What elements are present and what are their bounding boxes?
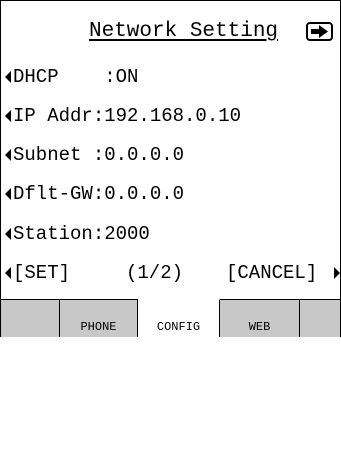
setting-station[interactable]: Station:2000 bbox=[1, 220, 340, 248]
setting-default-gateway[interactable]: Dflt-GW:0.0.0.0 bbox=[1, 180, 340, 208]
setting-dhcp-label: DHCP :ON bbox=[13, 66, 139, 88]
setting-default-gateway-label: Dflt-GW:0.0.0.0 bbox=[13, 183, 185, 205]
left-arrow-icon bbox=[5, 110, 11, 122]
set-button[interactable]: [SET] bbox=[13, 259, 70, 287]
device-screen: Network Setting DHCP :ON IP Addr:192.168… bbox=[0, 0, 341, 337]
arrow-right-icon bbox=[311, 25, 328, 38]
left-arrow-icon bbox=[5, 228, 11, 240]
left-arrow-icon bbox=[5, 149, 11, 161]
action-row: [SET] (1/2) [CANCEL] bbox=[1, 259, 340, 287]
setting-station-label: Station:2000 bbox=[13, 223, 150, 245]
tab-phone[interactable]: PHONE bbox=[60, 300, 138, 337]
header: Network Setting bbox=[1, 19, 340, 47]
tab-config-label: CONFIG bbox=[156, 320, 201, 334]
tab-bar: PHONE CONFIG WEB bbox=[1, 299, 340, 337]
left-arrow-icon bbox=[5, 71, 11, 83]
tab-phone-label: PHONE bbox=[80, 320, 117, 334]
left-arrow-icon bbox=[5, 188, 11, 200]
tab-web[interactable]: WEB bbox=[220, 300, 300, 337]
next-page-button[interactable] bbox=[306, 22, 333, 41]
tab-blank-left[interactable] bbox=[1, 300, 60, 337]
setting-subnet-label: Subnet :0.0.0.0 bbox=[13, 144, 185, 166]
tab-config[interactable]: CONFIG bbox=[138, 299, 220, 337]
page-title: Network Setting bbox=[89, 20, 279, 43]
right-arrow-icon[interactable] bbox=[334, 267, 340, 279]
left-arrow-icon[interactable] bbox=[5, 267, 11, 279]
setting-ip-addr-label: IP Addr:192.168.0.10 bbox=[13, 105, 242, 127]
setting-subnet[interactable]: Subnet :0.0.0.0 bbox=[1, 141, 340, 169]
tab-web-label: WEB bbox=[248, 320, 271, 334]
setting-ip-addr[interactable]: IP Addr:192.168.0.10 bbox=[1, 102, 340, 130]
setting-dhcp[interactable]: DHCP :ON bbox=[1, 63, 340, 91]
tab-blank-right[interactable] bbox=[300, 300, 340, 337]
page-indicator: (1/2) bbox=[126, 262, 184, 284]
cancel-button[interactable]: [CANCEL] bbox=[226, 259, 317, 287]
